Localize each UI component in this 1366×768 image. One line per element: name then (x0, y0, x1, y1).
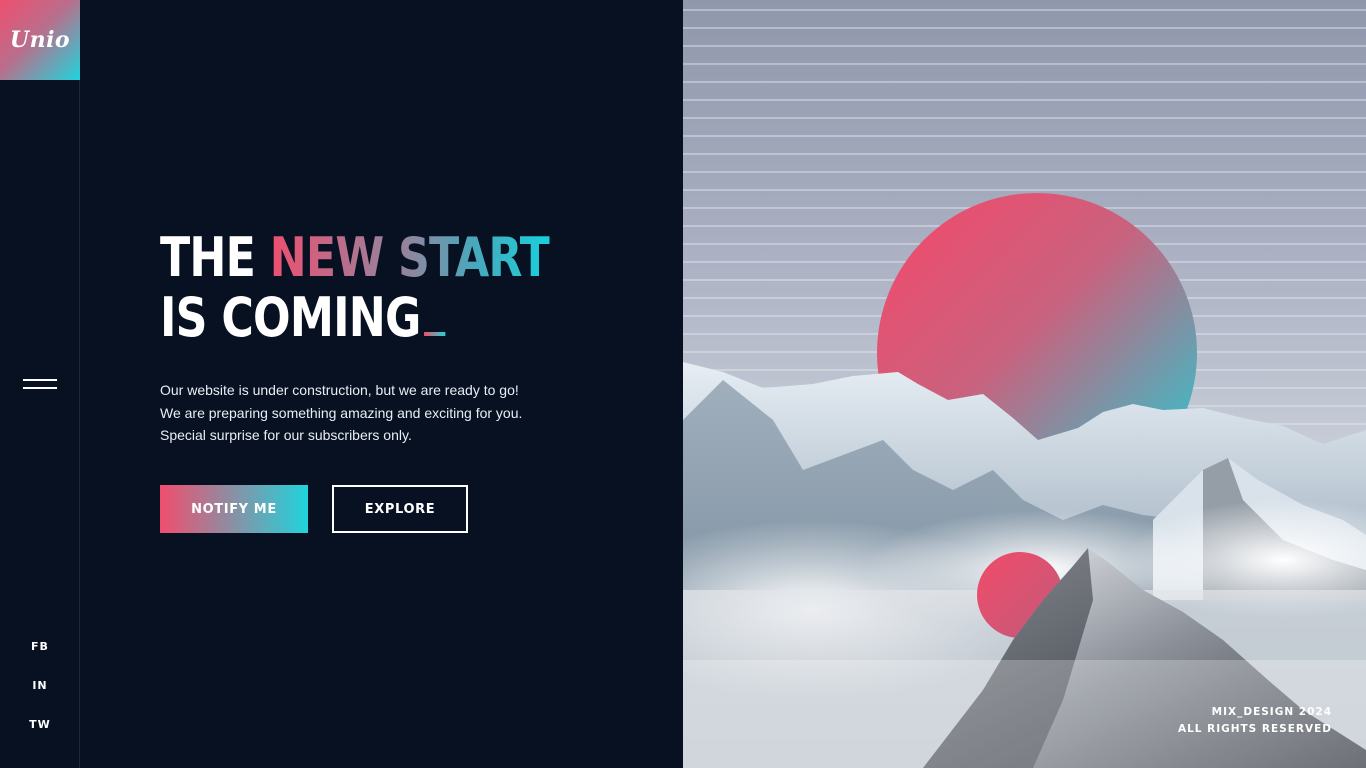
hamburger-menu-icon[interactable] (23, 377, 57, 391)
brand-logo[interactable]: Unio (0, 0, 80, 80)
description-line-1: Our website is under construction, but w… (160, 382, 519, 398)
footer-copyright: MIX_DESIGN 2024 ALL RIGHTS RESERVED (1178, 704, 1332, 738)
social-link-tw[interactable]: TW (29, 718, 51, 731)
explore-button[interactable]: EXPLORE (332, 485, 468, 533)
logo-text: Unio (9, 27, 71, 53)
description-line-3: Special surprise for our subscribers onl… (160, 427, 412, 443)
description-line-2: We are preparing something amazing and e… (160, 404, 523, 421)
description: Our website is under construction, but w… (160, 379, 580, 447)
notify-me-label: NOTIFY ME (191, 501, 277, 517)
headline-word-new: NEW (269, 226, 385, 289)
mountain-illustration (683, 9, 1366, 768)
headline-word-the: THE (160, 226, 256, 289)
social-links: FB IN TW (0, 640, 80, 731)
footer-line-1: MIX_DESIGN 2024 (1211, 706, 1332, 718)
hero-image: MIX_DESIGN 2024 ALL RIGHTS RESERVED (683, 0, 1366, 768)
page-title: THE NEW START IS COMING (160, 226, 550, 349)
headline-line-2: IS COMING (160, 286, 421, 349)
social-link-fb[interactable]: FB (31, 640, 49, 653)
typing-cursor (423, 332, 446, 336)
notify-me-button[interactable]: NOTIFY ME (160, 485, 308, 533)
menu-line (23, 379, 57, 381)
menu-line (23, 387, 57, 389)
footer-line-2: ALL RIGHTS RESERVED (1177, 723, 1332, 735)
sidebar: Unio FB IN TW (0, 0, 80, 768)
explore-label: EXPLORE (364, 501, 436, 517)
headline-word-start: START (397, 226, 550, 289)
social-link-in[interactable]: IN (32, 679, 47, 692)
